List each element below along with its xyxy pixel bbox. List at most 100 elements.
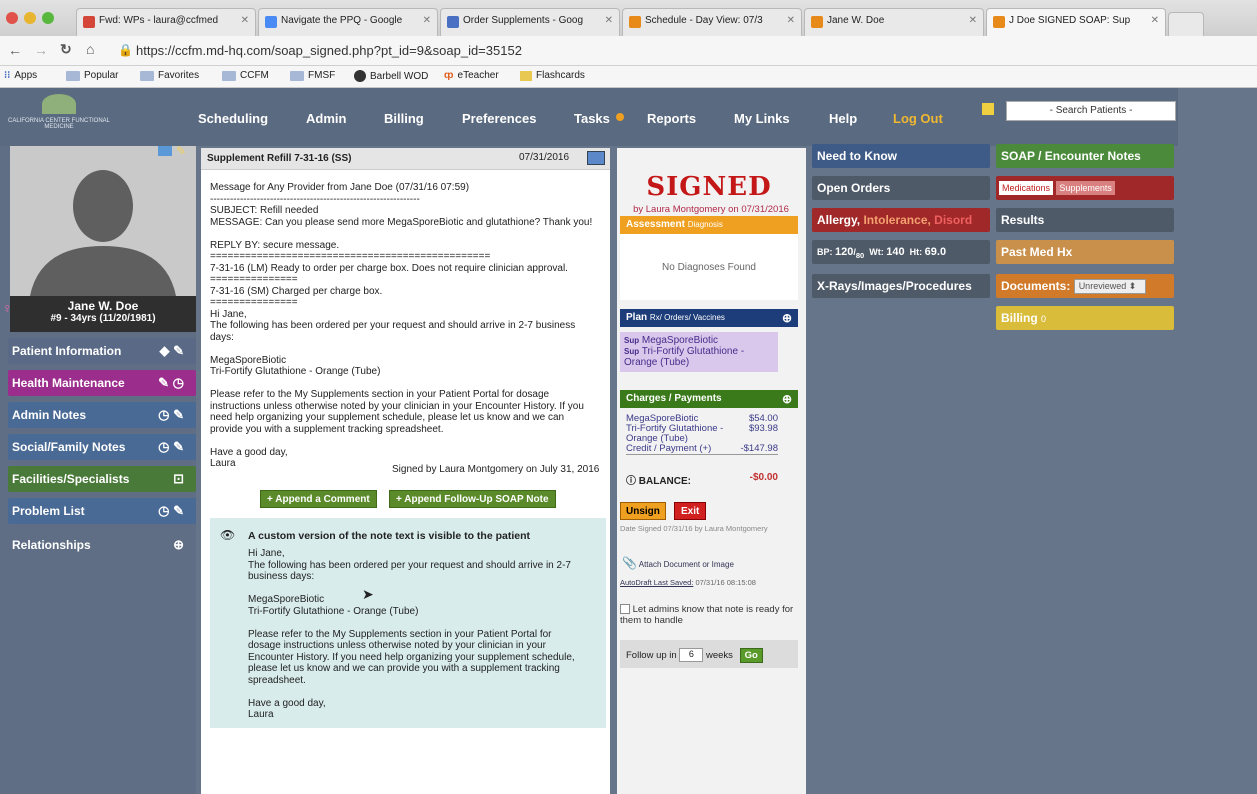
sidebar-item-problem-list[interactable]: Problem List ◷ ✎: [8, 498, 196, 524]
note-line: [248, 617, 598, 629]
browser-tab[interactable]: Navigate the PPQ - Google ✕: [258, 8, 438, 36]
supplements-tab[interactable]: Supplements: [1056, 181, 1115, 195]
minimize-window-icon[interactable]: [24, 12, 36, 24]
bookmark-favorites[interactable]: Favorites: [140, 70, 199, 81]
nav-my-links[interactable]: My Links: [734, 111, 790, 126]
nav-reports[interactable]: Reports: [647, 111, 696, 126]
bp-systolic: 120: [835, 246, 854, 258]
tab-close-icon[interactable]: ✕: [241, 15, 249, 26]
bookmark-apps[interactable]: ⁝⁝ Apps: [4, 70, 37, 81]
history-edit-icon[interactable]: ◷ ✎: [158, 439, 184, 455]
open-orders-button[interactable]: Open Orders: [812, 176, 990, 200]
close-window-icon[interactable]: [6, 12, 18, 24]
sticky-note-icon[interactable]: [982, 103, 994, 115]
bookmark-label: eTeacher: [457, 70, 499, 81]
home-icon[interactable]: ⌂: [86, 41, 94, 57]
tab-close-icon[interactable]: ✕: [423, 15, 431, 26]
bookmark-eteacher[interactable]: ȹ eTeacher: [444, 70, 499, 81]
pencil-icon[interactable]: ✎: [176, 144, 186, 158]
bookmark-flashcards[interactable]: Flashcards: [520, 70, 585, 81]
soap-encounter-notes-button[interactable]: SOAP / Encounter Notes: [996, 144, 1174, 168]
autodraft-label[interactable]: AutoDraft Last Saved:: [620, 578, 693, 587]
edit-photo-icon[interactable]: [158, 146, 172, 156]
xrays-images-procedures-button[interactable]: X-Rays/Images/Procedures: [812, 274, 990, 298]
bookmark-barbell[interactable]: Barbell WOD: [354, 70, 428, 82]
nav-log-out[interactable]: Log Out: [893, 111, 943, 126]
tab-close-icon[interactable]: ✕: [787, 15, 795, 26]
followup-weeks-input[interactable]: 6: [679, 648, 704, 663]
note-title: Supplement Refill 7-31-16 (SS): [207, 153, 352, 164]
browser-tab[interactable]: Jane W. Doe ✕: [804, 8, 984, 36]
tab-close-icon[interactable]: ✕: [969, 15, 977, 26]
browser-tab[interactable]: Schedule - Day View: 07/3 ✕: [622, 8, 802, 36]
patient-search-input[interactable]: - Search Patients -: [1006, 101, 1176, 121]
append-comment-button[interactable]: + Append a Comment: [260, 490, 377, 508]
unsign-button[interactable]: Unsign: [620, 502, 666, 520]
tab-close-icon[interactable]: ✕: [1151, 15, 1159, 26]
forward-arrow-icon[interactable]: →: [34, 42, 48, 58]
browser-tab[interactable]: Fwd: WPs - laura@ccfmed ✕: [76, 8, 256, 36]
new-tab-button[interactable]: [1168, 12, 1204, 36]
history-edit-icon[interactable]: ✎ ◷: [158, 375, 184, 391]
documents-filter-select[interactable]: Unreviewed ⬍: [1073, 279, 1146, 295]
plan-item[interactable]: Sup MegaSporeBiotic: [624, 335, 774, 346]
sidebar-item-admin-notes[interactable]: Admin Notes ◷ ✎: [8, 402, 196, 428]
vitals-bar[interactable]: BP: 120/80 Wt: 140 Ht: 69.0: [812, 240, 990, 264]
add-circle-icon[interactable]: ⊕: [782, 311, 792, 325]
url-field[interactable]: 🔒 https://ccfm.md-hq.com/soap_signed.php…: [116, 41, 1236, 61]
allergy-button[interactable]: Allergy, Intolerance, Disord: [812, 208, 990, 232]
append-followup-button[interactable]: + Append Follow-Up SOAP Note: [389, 490, 556, 508]
nav-preferences[interactable]: Preferences: [462, 111, 536, 126]
note-line: ========================================…: [210, 251, 491, 262]
sidebar-item-social-family-notes[interactable]: Social/Family Notes ◷ ✎: [8, 434, 196, 460]
nav-billing[interactable]: Billing: [384, 111, 424, 126]
need-to-know-button[interactable]: Need to Know: [812, 144, 990, 168]
bookmark-ccfm[interactable]: CCFM: [222, 70, 269, 81]
mouse-cursor-icon: ➤: [362, 586, 374, 602]
history-edit-icon[interactable]: ◷ ✎: [158, 503, 184, 519]
note-line: ===============: [210, 274, 298, 285]
browser-tab[interactable]: Order Supplements - Goog ✕: [440, 8, 620, 36]
note-line: [248, 686, 598, 698]
expand-icon[interactable]: ⊡: [173, 471, 184, 487]
folder-icon: [66, 70, 80, 81]
history-edit-icon[interactable]: ◷ ✎: [158, 407, 184, 423]
nav-admin[interactable]: Admin: [306, 111, 346, 126]
sidebar-item-facilities-specialists[interactable]: Facilities/Specialists ⊡: [8, 466, 196, 492]
sidebar-item-health-maintenance[interactable]: Health Maintenance ✎ ◷: [8, 370, 196, 396]
nav-help[interactable]: Help: [829, 111, 857, 126]
browser-tab-active[interactable]: J Doe SIGNED SOAP: Sup ✕: [986, 8, 1166, 36]
exit-button[interactable]: Exit: [674, 502, 707, 520]
back-arrow-icon[interactable]: ←: [8, 42, 22, 58]
maximize-window-icon[interactable]: [42, 12, 54, 24]
bookmark-popular[interactable]: Popular: [66, 70, 118, 81]
admin-notify-checkbox[interactable]: [620, 604, 630, 615]
documents-button[interactable]: Documents: Unreviewed ⬍: [996, 274, 1174, 298]
billing-button[interactable]: Billing 0: [996, 306, 1174, 330]
past-med-hx-button[interactable]: Past Med Hx: [996, 240, 1174, 264]
reload-icon[interactable]: ↻: [60, 41, 72, 58]
followup-go-button[interactable]: Go: [739, 648, 763, 663]
add-circle-icon[interactable]: ⊕: [173, 537, 184, 553]
note-line: The following has been ordered per your …: [248, 559, 571, 571]
bookmark-fmsf[interactable]: FMSF: [290, 70, 335, 81]
sidebar-item-relationships[interactable]: Relationships ⊕: [8, 532, 196, 558]
tag-edit-icon[interactable]: ◆ ✎: [159, 343, 184, 359]
medications-tab[interactable]: Medications: [999, 181, 1054, 195]
results-button[interactable]: Results: [996, 208, 1174, 232]
nav-tasks[interactable]: Tasks: [574, 111, 610, 126]
tab-label: Navigate the PPQ - Google: [281, 15, 403, 26]
add-circle-icon[interactable]: ⊕: [782, 392, 792, 406]
logo[interactable]: CALIFORNIA CENTER FUNCTIONAL MEDICINE: [4, 94, 114, 140]
attach-document-link[interactable]: 📎 Attach Document or Image: [622, 556, 734, 570]
assessment-subtitle: Diagnosis: [687, 220, 723, 229]
note-date[interactable]: 07/31/2016: [519, 152, 569, 163]
autodraft-status: AutoDraft Last Saved: 07/31/16 08:15:08: [620, 578, 756, 587]
tab-close-icon[interactable]: ✕: [605, 15, 613, 26]
patient-name: Jane W. Doe: [67, 299, 139, 313]
plan-item[interactable]: Sup Tri-Fortify Glutathione - Orange (Tu…: [624, 346, 774, 368]
calendar-icon[interactable]: [587, 151, 605, 165]
sidebar-item-patient-information[interactable]: Patient Information ◆ ✎: [8, 338, 196, 364]
ht-label: Ht:: [909, 247, 923, 257]
nav-scheduling[interactable]: Scheduling: [198, 111, 268, 126]
